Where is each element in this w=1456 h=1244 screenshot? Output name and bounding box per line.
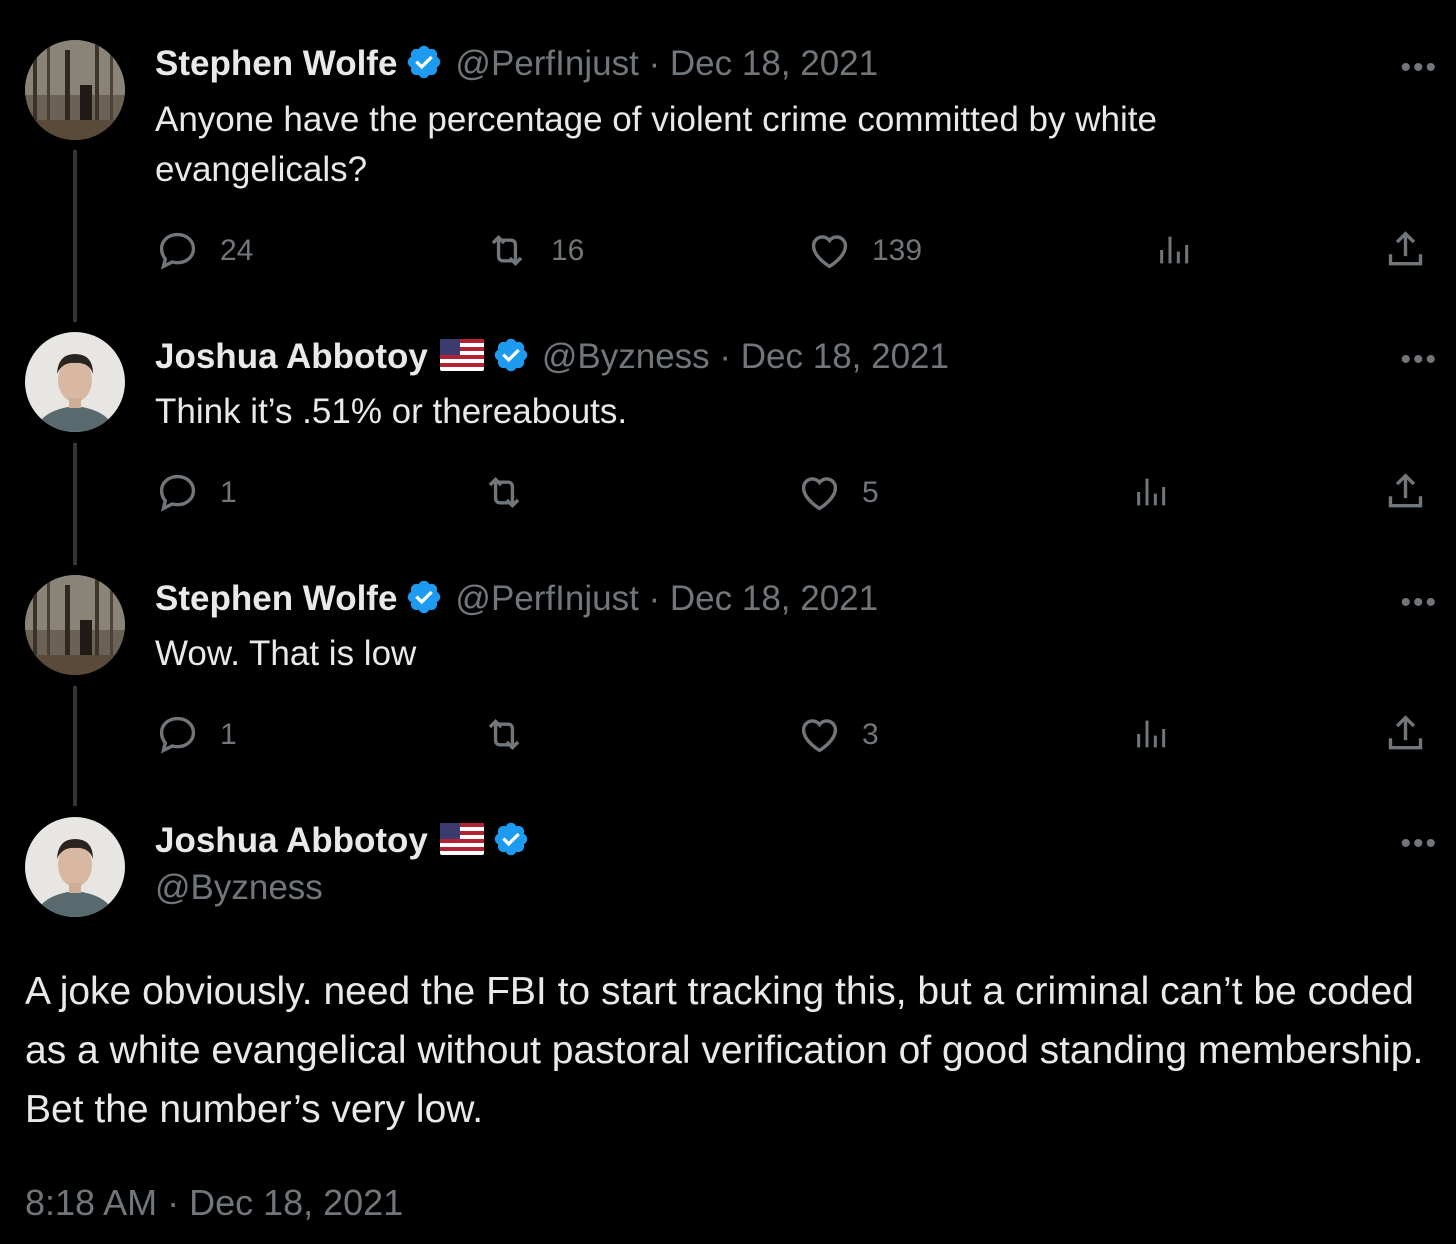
avatar-stephen-wolfe[interactable]	[25, 575, 125, 675]
display-name[interactable]: Stephen Wolfe	[155, 44, 397, 84]
reply-button[interactable]: 1	[155, 470, 237, 515]
tweet-header: Stephen Wolfe @PerfInjust · Dec 18, 2021	[155, 40, 878, 88]
us-flag-icon	[439, 338, 484, 376]
verified-badge-icon	[405, 43, 443, 86]
reply-icon	[155, 228, 200, 273]
views-icon	[1132, 472, 1172, 512]
like-icon	[797, 712, 842, 757]
retweet-icon	[483, 228, 531, 273]
reply-icon	[155, 470, 200, 515]
like-count: 139	[872, 233, 923, 267]
share-icon	[1383, 228, 1428, 273]
verified-badge-icon	[492, 336, 530, 379]
display-name[interactable]: Joshua Abbotoy	[155, 337, 428, 377]
tweet-header: Joshua Abbotoy @Byzness · Dec 18, 2021	[155, 333, 949, 381]
more-icon[interactable]: •••	[1400, 53, 1438, 83]
avatar-stephen-wolfe[interactable]	[25, 40, 125, 140]
retweet-button[interactable]	[480, 470, 548, 515]
retweet-icon	[480, 712, 528, 757]
share-button[interactable]	[1383, 712, 1428, 757]
main-tweet-header: Joshua Abbotoy	[155, 817, 530, 865]
retweet-icon	[480, 470, 528, 515]
views-button[interactable]	[1155, 230, 1195, 270]
tweet-actions: 1 3	[155, 709, 1430, 759]
avatar-joshua-abbotoy[interactable]	[25, 332, 125, 432]
like-icon	[807, 228, 852, 273]
tweet-text: Anyone have the percentage of violent cr…	[155, 100, 1157, 189]
reply-count: 1	[220, 475, 237, 509]
reply-button[interactable]: 24	[155, 228, 253, 273]
more-icon[interactable]: •••	[1400, 345, 1438, 375]
avatar-joshua-abbotoy[interactable]	[25, 817, 125, 917]
thread-line	[73, 686, 77, 806]
share-icon	[1383, 712, 1428, 757]
verified-badge-icon	[405, 578, 443, 621]
main-tweet-text: A joke obviously. need the FBI to start …	[25, 970, 1424, 1131]
share-icon	[1383, 470, 1428, 515]
tweet-actions: 24 16 139	[155, 225, 1430, 275]
display-name[interactable]: Stephen Wolfe	[155, 579, 397, 619]
reply-count: 1	[220, 717, 237, 751]
tweet-timestamp[interactable]: 8:18 AM · Dec 18, 2021	[25, 1182, 403, 1224]
tweet-actions: 1 5	[155, 467, 1430, 517]
retweet-count: 16	[551, 233, 585, 267]
main-handle[interactable]: @Byzness	[155, 868, 323, 908]
share-button[interactable]	[1383, 228, 1428, 273]
retweet-button[interactable]: 16	[483, 228, 584, 273]
reply-icon	[155, 712, 200, 757]
like-button[interactable]: 3	[797, 712, 879, 757]
views-icon	[1155, 230, 1195, 270]
like-count: 5	[862, 475, 879, 509]
share-button[interactable]	[1383, 470, 1428, 515]
display-name[interactable]: Joshua Abbotoy	[155, 821, 428, 861]
retweet-button[interactable]	[480, 712, 548, 757]
views-button[interactable]	[1132, 714, 1172, 754]
views-icon	[1132, 714, 1172, 754]
like-count: 3	[862, 717, 879, 751]
like-button[interactable]: 5	[797, 470, 879, 515]
more-icon[interactable]: •••	[1400, 588, 1438, 618]
reply-count: 24	[220, 233, 254, 267]
thread-line	[73, 150, 77, 322]
like-button[interactable]: 139	[807, 228, 922, 273]
tweet-text: Think it’s .51% or thereabouts.	[155, 392, 628, 431]
verified-badge-icon	[492, 820, 530, 863]
tweet-text: Wow. That is low	[155, 634, 417, 673]
like-icon	[797, 470, 842, 515]
reply-button[interactable]: 1	[155, 712, 237, 757]
more-icon[interactable]: •••	[1400, 829, 1438, 859]
thread-line	[73, 443, 77, 565]
us-flag-icon	[439, 822, 484, 860]
tweet-header: Stephen Wolfe @PerfInjust · Dec 18, 2021	[155, 575, 878, 623]
views-button[interactable]	[1132, 472, 1172, 512]
handle-date[interactable]: @PerfInjust · Dec 18, 2021	[455, 579, 878, 619]
handle-date[interactable]: @Byzness · Dec 18, 2021	[542, 337, 949, 377]
handle-date[interactable]: @PerfInjust · Dec 18, 2021	[455, 44, 878, 84]
